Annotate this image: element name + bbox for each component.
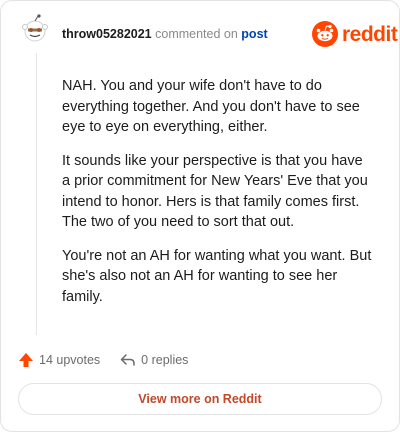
thread-line	[36, 53, 37, 335]
reddit-logo[interactable]: reddit	[312, 21, 398, 47]
reddit-wordmark: reddit	[342, 22, 398, 46]
post-link[interactable]: post	[241, 27, 267, 41]
comment-header: throw05282021 commented on post	[62, 27, 268, 41]
upvote-arrow-icon	[19, 353, 33, 367]
reply-count: 0 replies	[141, 353, 189, 367]
upvote-count: 14 upvotes	[39, 353, 101, 367]
username-link[interactable]: throw05282021	[62, 27, 152, 41]
user-avatar[interactable]	[19, 13, 51, 45]
comment-paragraph: You're not an AH for wanting what you wa…	[62, 247, 372, 305]
reddit-snoo-icon	[312, 21, 338, 47]
comment-paragraph: It sounds like your perspective is that …	[62, 152, 368, 231]
comment-body: NAH. You and your wife don't have to do …	[62, 76, 374, 320]
comment-paragraph: NAH. You and your wife don't have to do …	[62, 78, 360, 135]
view-more-button[interactable]: View more on Reddit	[18, 383, 382, 415]
comment-actions: 14 upvotes 0 replies	[18, 349, 188, 371]
upvote-button[interactable]: 14 upvotes	[18, 352, 100, 368]
commented-on-label: commented on	[155, 27, 238, 41]
comment-embed-card: throw05282021 commented on post reddit N…	[0, 0, 400, 432]
snoo-avatar-icon	[22, 14, 48, 42]
reply-button[interactable]: 0 replies	[120, 352, 188, 368]
reply-arrow-icon	[120, 354, 135, 366]
